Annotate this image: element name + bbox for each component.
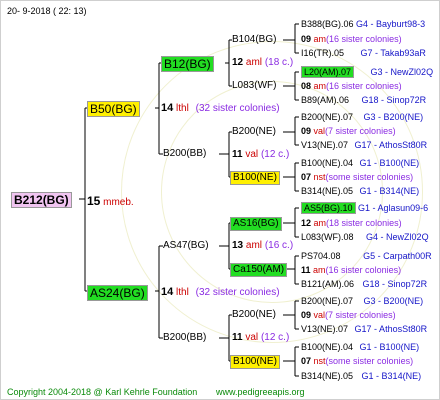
gen4-mating: 07 nst(some sister colonies) xyxy=(301,356,414,366)
gen3-mating: 11 val (12 c.) xyxy=(232,149,290,160)
gen3-queen[interactable]: AS16(BG) xyxy=(230,217,282,231)
gen4-mating: 08 am(16 sister colonies) xyxy=(301,81,402,91)
gen3-queen[interactable]: B104(BG) xyxy=(232,34,276,46)
gen4-row[interactable]: AS5(BG).10 G1 - Aglasun09-6 xyxy=(301,202,428,214)
gen3-mating: 13 aml (16 c.) xyxy=(232,240,294,251)
sire-queen[interactable]: B50(BG) xyxy=(87,101,140,117)
gen4-row[interactable]: B314(NE).05 G1 - B314(NE) xyxy=(301,370,421,382)
gen2-queen[interactable]: B12(BG) xyxy=(161,56,214,72)
pedigree-frame: 20- 9-2018 ( 22: 13) B212(BG) 15 mmeb. B… xyxy=(0,0,440,400)
gen4-row[interactable]: B121(AM).06 G18 - Sinop72R xyxy=(301,278,427,290)
gen3-queen[interactable]: B100(NE) xyxy=(230,355,280,369)
dam-queen[interactable]: AS24(BG) xyxy=(87,285,148,301)
site-link[interactable]: www.pedigreeapis.org xyxy=(216,387,305,397)
copyright-text: Copyright 2004-2018 @ Karl Kehrle Founda… xyxy=(7,387,198,397)
gen4-row[interactable]: B100(NE).04 G1 - B100(NE) xyxy=(301,341,419,353)
gen4-row[interactable]: B89(AM).06 G18 - Sinop72R xyxy=(301,94,426,106)
gen4-row[interactable]: V13(NE).07 G17 - AthosSt80R xyxy=(301,139,427,151)
gen3-queen[interactable]: B100(NE) xyxy=(230,171,280,185)
gen4-row[interactable]: I16(TR).05 G7 - Takab93aR xyxy=(301,47,426,59)
report-date: 20- 9-2018 ( 22: 13) xyxy=(7,6,87,16)
gen3-mating: 11 val (12 c.) xyxy=(232,332,290,343)
gen2-queen[interactable]: AS47(BG) xyxy=(163,240,209,252)
gen4-mating: 12 am(18 sister colonies) xyxy=(301,218,402,228)
gen4-row[interactable]: B314(NE).05 G1 - B314(NE) xyxy=(301,185,419,197)
gen3-mating: 12 aml (18 c.) xyxy=(232,57,294,68)
gen3-queen[interactable]: B200(NE) xyxy=(232,309,276,321)
gen4-row[interactable]: B200(NE).07 G3 - B200(NE) xyxy=(301,111,423,123)
gen4-mating: 11 am(16 sister colonies) xyxy=(301,265,402,275)
gen3-queen[interactable]: B200(NE) xyxy=(232,126,276,138)
sire-mating: 14 lthl (32 sister colonies) xyxy=(161,102,280,114)
gen2-queen[interactable]: B200(BB) xyxy=(163,332,206,344)
gen3-queen[interactable]: Ca150(AM) xyxy=(230,263,288,277)
gen4-mating: 09 val(7 sister colonies) xyxy=(301,126,396,136)
gen4-row[interactable]: V13(NE).07 G17 - AthosSt80R xyxy=(301,323,427,335)
gen4-mating: 07 nst(some sister colonies) xyxy=(301,172,414,182)
gen4-row[interactable]: L20(AM).07 G3 - NewZl02Q xyxy=(301,66,433,78)
gen2-queen[interactable]: B200(BB) xyxy=(163,148,206,160)
gen4-mating: 09 am(16 sister colonies) xyxy=(301,34,402,44)
root-queen[interactable]: B212(BG) xyxy=(11,192,72,208)
gen4-mating: 09 val(7 sister colonies) xyxy=(301,310,396,320)
gen4-row[interactable]: B100(NE).04 G1 - B100(NE) xyxy=(301,157,419,169)
dam-mating: 14 lthl (32 sister colonies) xyxy=(161,286,280,298)
gen4-row[interactable]: PS704.08 G5 - Carpath00R xyxy=(301,250,432,262)
gen3-queen[interactable]: L083(WF) xyxy=(232,80,276,92)
gen4-row[interactable]: B200(NE).07 G3 - B200(NE) xyxy=(301,295,423,307)
gen4-row[interactable]: L083(WF).08 G4 - NewZl02Q xyxy=(301,231,429,243)
gen4-row[interactable]: B388(BG).06 G4 - Bayburt98-3 xyxy=(301,18,425,30)
root-mating: 15 mmeb. xyxy=(87,194,134,208)
